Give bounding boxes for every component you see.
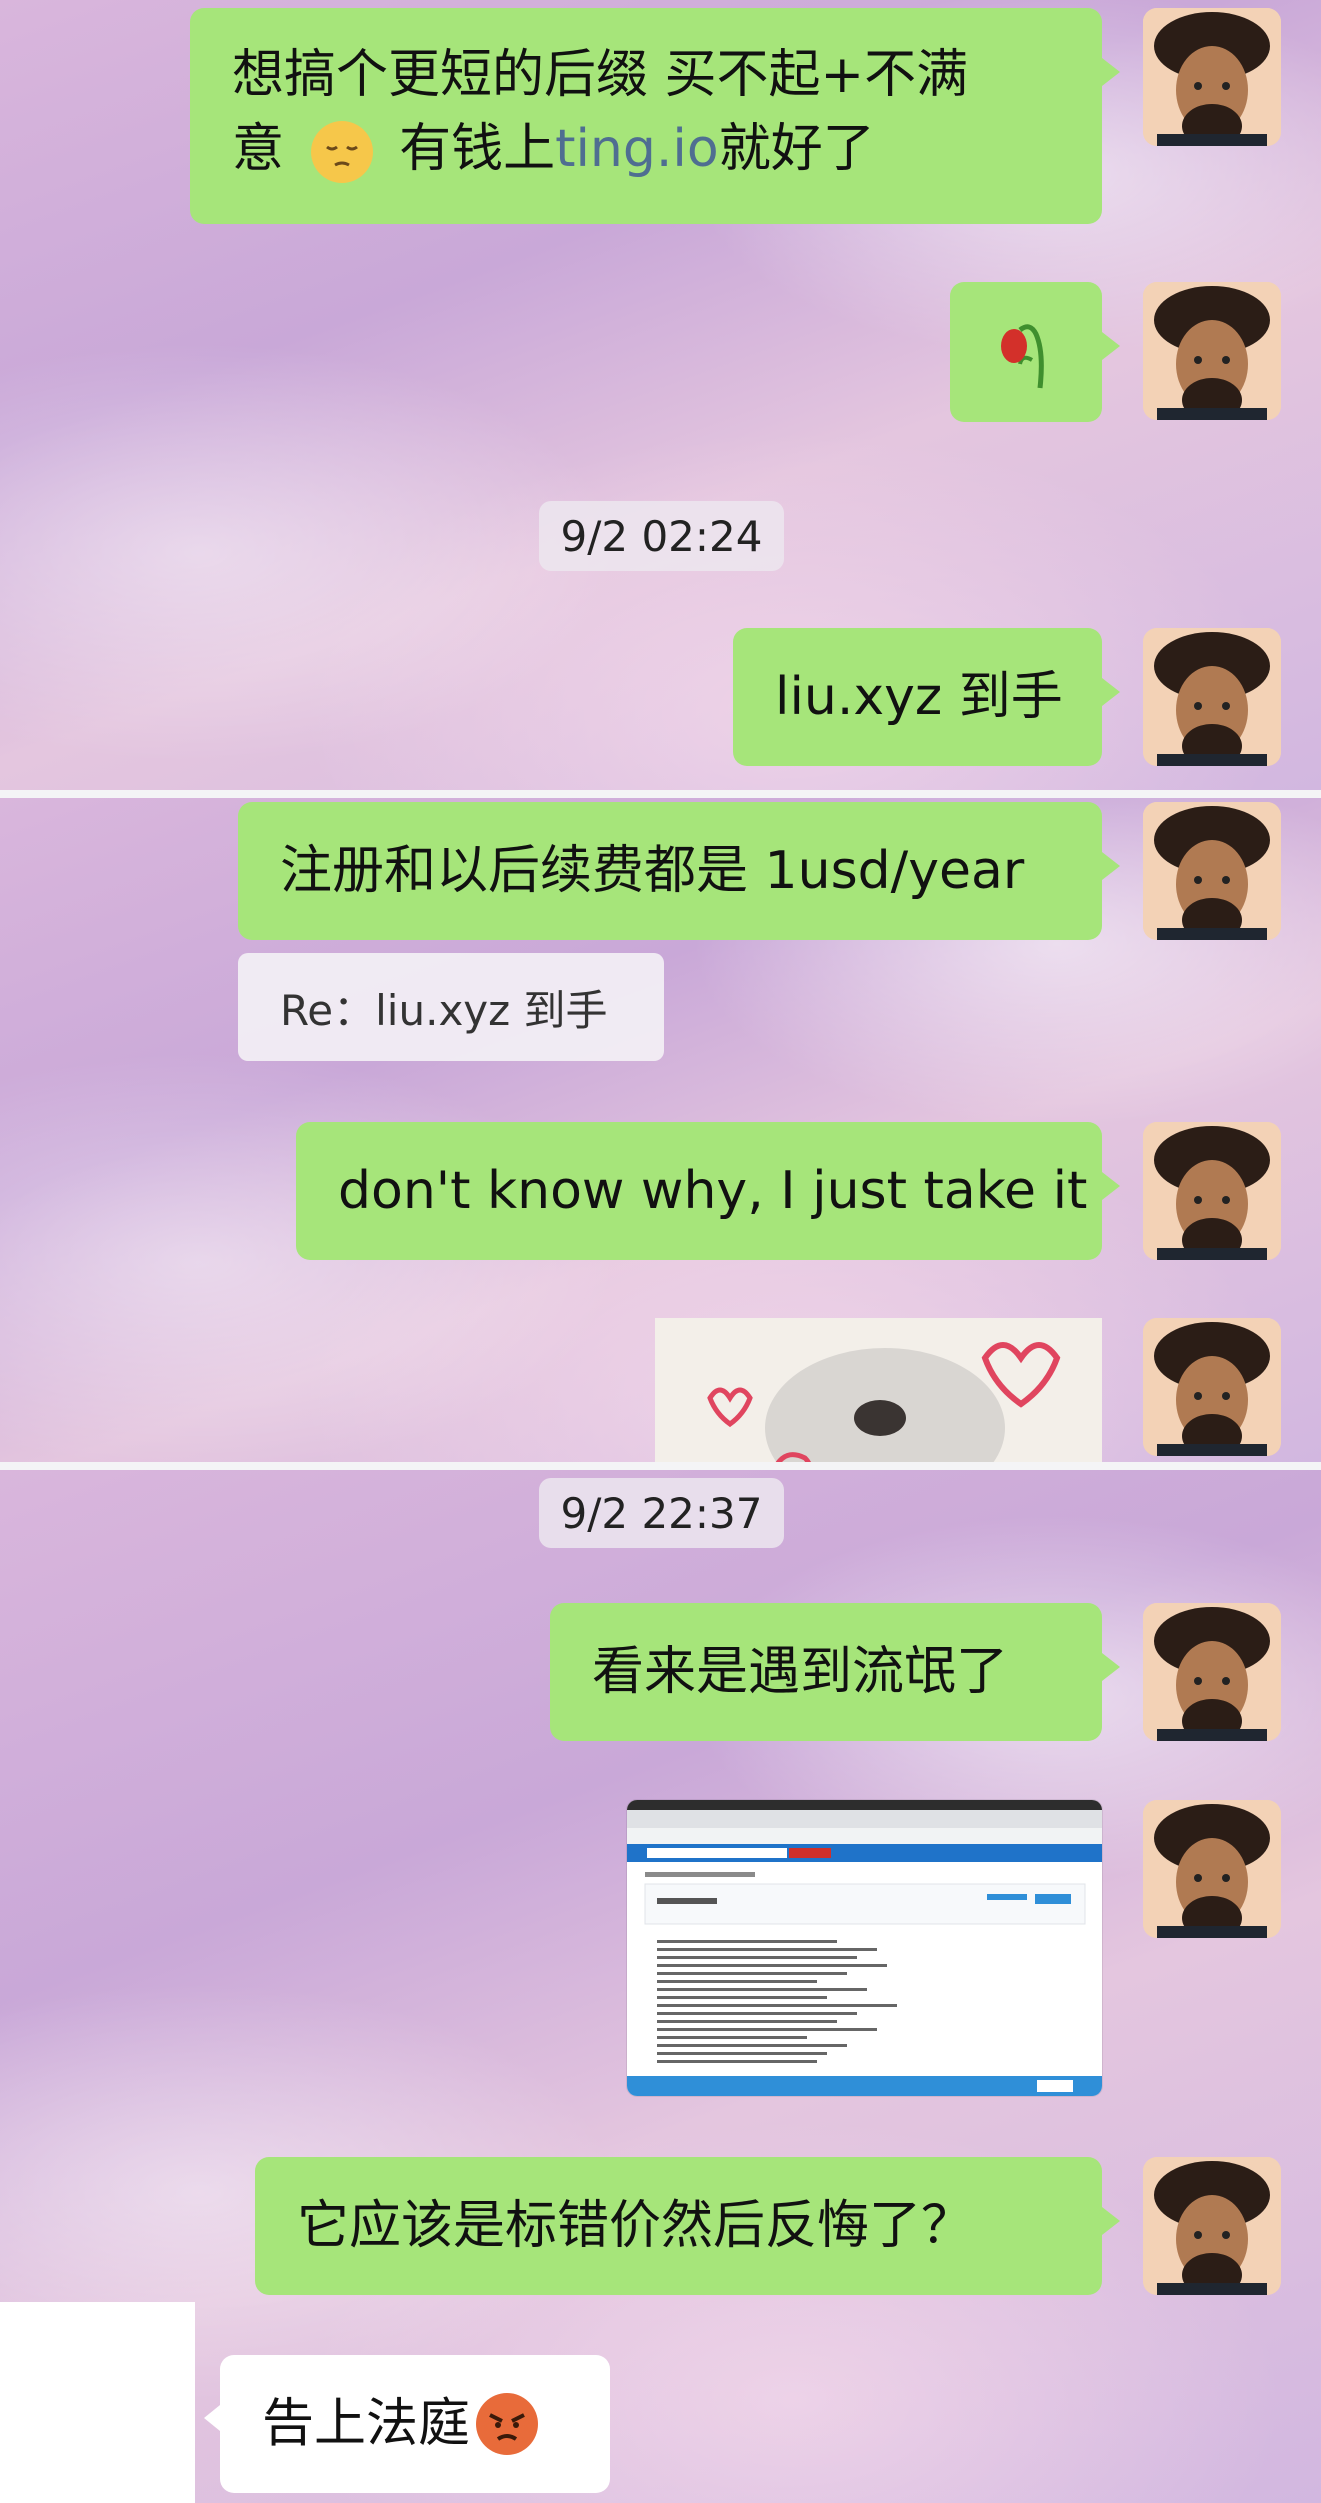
message-text: 意 <box>232 119 285 179</box>
other-avatar[interactable] <box>0 2302 195 2503</box>
cat-with-hearts-icon <box>655 1318 1102 1462</box>
message-bubble[interactable]: liu.xyz 到手 <box>733 628 1120 766</box>
message-bubble[interactable]: 看来是遇到流氓了 <box>550 1603 1120 1741</box>
message-text: 就好了 <box>718 119 875 179</box>
avatar[interactable] <box>1143 628 1281 766</box>
quote-text: Re：liu.xyz 到手 <box>280 985 608 1035</box>
timestamp: 9/2 22:37 <box>539 1478 784 1548</box>
message-text: don't know why, I just take it <box>338 1161 1088 1221</box>
message-bubble[interactable]: 想搞个更短的后缀 买不起+不满 意 有钱上ting.io就好了 <box>190 8 1120 224</box>
message-bubble[interactable]: 注册和以后续费都是 1usd/year <box>238 802 1120 940</box>
browser-screenshot-icon <box>627 1800 1102 2096</box>
message-bubble[interactable]: 告上法庭 <box>204 2355 610 2493</box>
message-text: 注册和以后续费都是 1usd/year <box>280 841 1025 901</box>
angry-face-icon <box>476 2393 539 2455</box>
avatar[interactable] <box>1143 802 1281 940</box>
avatar[interactable] <box>1143 2157 1281 2295</box>
wilted-flower-icon <box>1001 324 1044 389</box>
avatar[interactable] <box>1143 1800 1281 1938</box>
timestamp: 9/2 02:24 <box>539 501 784 571</box>
sticker-bubble[interactable] <box>950 282 1120 422</box>
avatar[interactable] <box>1143 1122 1281 1260</box>
cat-sticker[interactable] <box>655 1318 1102 1462</box>
avatar[interactable] <box>1143 1318 1281 1456</box>
image-message[interactable] <box>627 1800 1102 2096</box>
pensive-face-icon <box>310 121 373 183</box>
message-bubble[interactable]: 它应该是标错价然后反悔了？ <box>255 2157 1120 2295</box>
message-text: 有钱上 <box>399 119 556 179</box>
message-text: 看来是遇到流氓了 <box>592 1642 1009 1702</box>
avatar[interactable] <box>1143 1603 1281 1741</box>
avatar[interactable] <box>1143 282 1281 420</box>
quoted-message[interactable]: Re：liu.xyz 到手 <box>238 953 664 1061</box>
message-text: 它应该是标错价然后反悔了？ <box>297 2196 974 2256</box>
message-text: 告上法庭 <box>262 2394 471 2454</box>
message-text: liu.xyz 到手 <box>775 667 1063 727</box>
screenshot-divider <box>0 790 1321 798</box>
message-bubble[interactable]: don't know why, I just take it <box>296 1122 1120 1260</box>
message-link[interactable]: ting.io <box>555 119 719 179</box>
screenshot-divider <box>0 1462 1321 1470</box>
message-text: 想搞个更短的后缀 买不起+不满 <box>232 45 969 105</box>
avatar[interactable] <box>1143 8 1281 146</box>
